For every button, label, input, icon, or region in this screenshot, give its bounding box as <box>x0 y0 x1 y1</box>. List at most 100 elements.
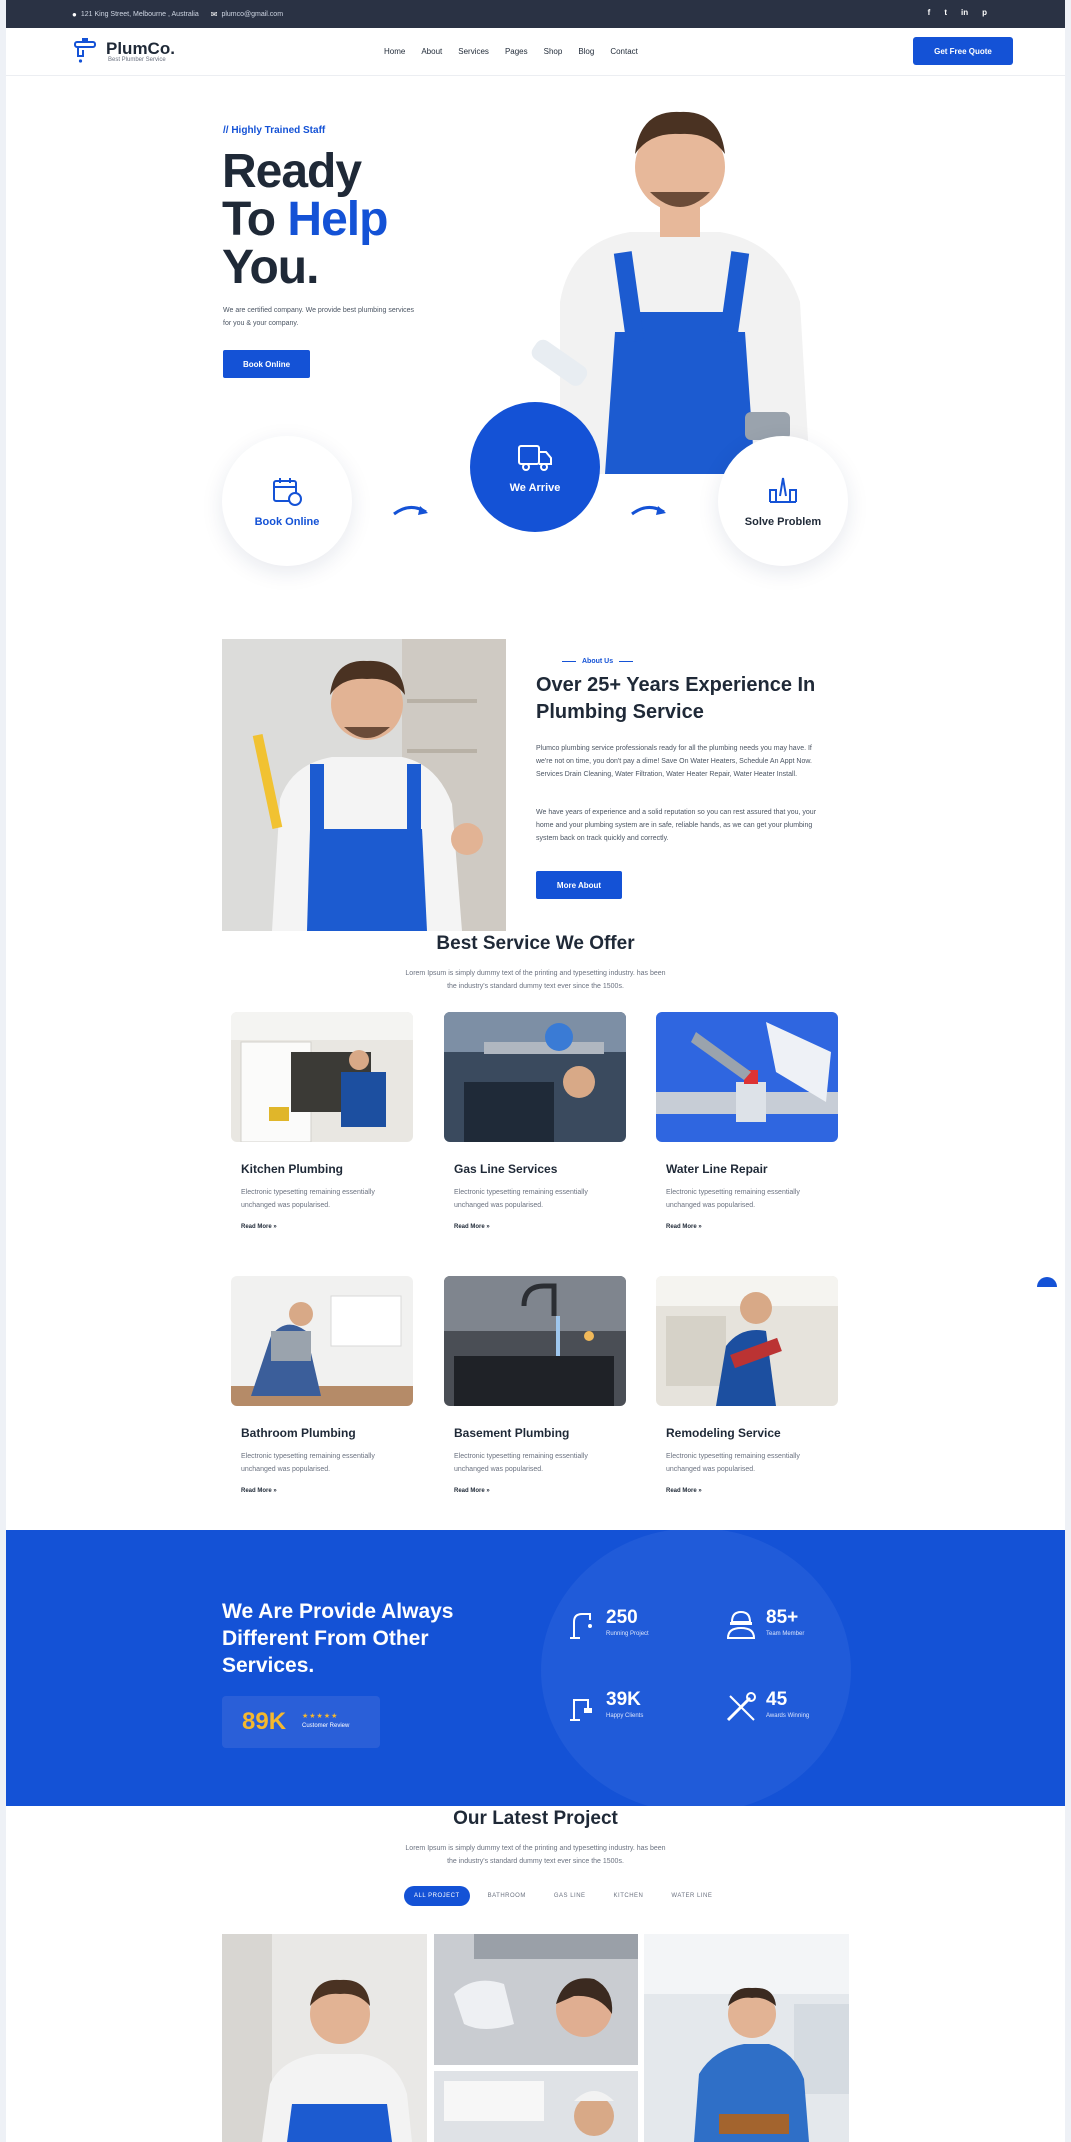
get-free-quote-button[interactable]: Get Free Quote <box>913 37 1013 65</box>
stat-running-project: 250 Running Project <box>568 1608 649 1642</box>
email-link[interactable]: plumco@gmail.com <box>221 11 283 18</box>
menu: Home About Services Pages Shop Blog Cont… <box>384 47 654 56</box>
truck-icon <box>518 445 552 471</box>
hero-title-line3: You. <box>222 241 319 294</box>
service-title: Basement Plumbing <box>454 1426 570 1440</box>
read-more-link[interactable]: Read More » <box>241 1224 413 1230</box>
projects-title: Our Latest Project <box>453 1808 618 1829</box>
read-more-link[interactable]: Read More » <box>241 1488 413 1494</box>
logo-tagline: Best Plumber Service <box>108 56 166 63</box>
service-card-remodeling[interactable]: Remodeling Service Electronic typesettin… <box>656 1276 838 1516</box>
about-kicker: About Us <box>556 658 639 665</box>
hero-kicker: // Highly Trained Staff <box>223 125 326 136</box>
wrench-screwdriver-icon <box>726 1692 756 1722</box>
nav-about[interactable]: About <box>421 47 442 56</box>
nav-pages[interactable]: Pages <box>505 47 528 56</box>
rating-stars: ★★★★★ <box>302 1713 339 1720</box>
main-navigation: PlumCo. Best Plumber Service Home About … <box>6 28 1065 76</box>
tab-kitchen[interactable]: KITCHEN <box>604 1886 654 1906</box>
service-card-bathroom[interactable]: Bathroom Plumbing Electronic typesetting… <box>231 1276 413 1516</box>
read-more-link[interactable]: Read More » <box>454 1488 626 1494</box>
step-label: We Arrive <box>509 482 561 494</box>
service-card-kitchen[interactable]: Kitchen Plumbing Electronic typesetting … <box>231 1012 413 1252</box>
pinterest-icon[interactable]: p <box>982 8 987 17</box>
step-label: Solve Problem <box>744 516 822 528</box>
project-image-2[interactable] <box>434 1934 638 2065</box>
address-text: 121 King Street, Melbourne , Australia <box>80 10 199 18</box>
service-title: Bathroom Plumbing <box>241 1426 356 1440</box>
step-label: Book Online <box>254 516 320 528</box>
page: { "topbar": { "address": "121 King Stree… <box>0 0 1071 2142</box>
facebook-icon[interactable]: f <box>928 8 931 17</box>
book-online-button[interactable]: Book Online <box>223 350 310 378</box>
project-image-1[interactable] <box>222 1934 427 2142</box>
basement-plumbing-image <box>444 1276 626 1406</box>
about-paragraph-2: We have years of experience and a solid … <box>536 809 817 842</box>
more-about-button[interactable]: More About <box>536 871 622 899</box>
mail-icon: ✉ <box>210 9 218 19</box>
stats-title: We Are Provide Always Different From Oth… <box>222 1600 454 1677</box>
linkedin-icon[interactable]: in <box>961 8 968 17</box>
nav-contact[interactable]: Contact <box>610 47 638 56</box>
worker-icon <box>726 1610 756 1639</box>
service-description: Electronic typesetting remaining essenti… <box>454 1189 588 1209</box>
service-title: Remodeling Service <box>666 1426 781 1440</box>
tab-water-line[interactable]: WATER LINE <box>661 1886 722 1906</box>
customer-rating-box: 89K ★★★★★ Customer Review <box>222 1696 380 1748</box>
pipe-icon <box>570 1699 592 1721</box>
rating-label: Customer Review <box>302 1723 350 1729</box>
hero-title-line1: Ready <box>222 145 362 198</box>
nav-services[interactable]: Services <box>458 47 489 56</box>
twitter-icon[interactable]: t <box>944 8 947 17</box>
hero-title: Ready To Help You. <box>222 145 388 294</box>
project-image-3[interactable] <box>434 2071 638 2142</box>
tab-gas-line[interactable]: GAS LINE <box>544 1886 596 1906</box>
service-card-water-line[interactable]: Water Line Repair Electronic typesetting… <box>656 1012 838 1252</box>
project-image-4[interactable] <box>644 1934 849 2142</box>
nav-blog[interactable]: Blog <box>578 47 594 56</box>
project-filter-tabs: ALL PROJECT BATHROOM GAS LINE KITCHEN WA… <box>404 1886 722 1906</box>
arrow-icon <box>631 506 666 516</box>
read-more-link[interactable]: Read More » <box>666 1488 838 1494</box>
stat-happy-clients: 39K Happy Clients <box>568 1690 643 1724</box>
arrow-icon <box>393 506 428 516</box>
services-subtitle-line2: the industry's standard dummy text ever … <box>447 983 624 990</box>
bathroom-plumbing-image <box>231 1276 413 1406</box>
service-card-basement[interactable]: Basement Plumbing Electronic typesetting… <box>444 1276 626 1516</box>
service-title: Gas Line Services <box>454 1162 558 1176</box>
stat-team-member: 85+ Team Member <box>724 1608 804 1642</box>
service-description: Electronic typesetting remaining essenti… <box>454 1453 588 1473</box>
pipe-repair-icon <box>769 477 797 503</box>
decorative-circle <box>541 1530 851 1806</box>
step-book-online: Book Online <box>222 436 352 566</box>
nav-shop[interactable]: Shop <box>544 47 563 56</box>
scroll-to-top-button[interactable] <box>1037 1277 1057 1287</box>
remodeling-service-image <box>656 1276 838 1406</box>
hero-description: We are certified company. We provide bes… <box>223 307 415 327</box>
hero-title-line2: To Help <box>222 193 388 246</box>
service-description: Electronic typesetting remaining essenti… <box>241 1189 375 1209</box>
step-solve-problem: Solve Problem <box>718 436 848 566</box>
kitchen-plumbing-image <box>231 1012 413 1142</box>
tab-bathroom[interactable]: BATHROOM <box>478 1886 536 1906</box>
rating-value: 89K <box>242 1708 287 1735</box>
projects-subtitle-line2: the industry's standard dummy text ever … <box>447 1858 624 1865</box>
step-we-arrive: We Arrive <box>470 402 600 532</box>
service-description: Electronic typesetting remaining essenti… <box>666 1189 800 1209</box>
faucet-logo-icon <box>72 36 102 66</box>
read-more-link[interactable]: Read More » <box>666 1224 838 1230</box>
tab-all-project[interactable]: ALL PROJECT <box>404 1886 470 1906</box>
read-more-link[interactable]: Read More » <box>454 1224 626 1230</box>
about-title: Over 25+ Years Experience In Plumbing Se… <box>536 674 816 723</box>
calendar-icon <box>273 478 302 506</box>
service-title: Kitchen Plumbing <box>241 1162 343 1176</box>
service-card-gas-line[interactable]: Gas Line Services Electronic typesetting… <box>444 1012 626 1252</box>
gas-line-image <box>444 1012 626 1142</box>
stats-section: We Are Provide Always Different From Oth… <box>6 1530 1065 1806</box>
service-description: Electronic typesetting remaining essenti… <box>241 1453 375 1473</box>
logo-name: PlumCo. <box>106 38 175 58</box>
logo[interactable]: PlumCo. Best Plumber Service <box>72 36 175 66</box>
services-subtitle-line1: Lorem Ipsum is simply dummy text of the … <box>405 970 666 977</box>
stat-awards-winning: 45 Awards Winning <box>724 1690 809 1724</box>
nav-home[interactable]: Home <box>384 47 405 56</box>
